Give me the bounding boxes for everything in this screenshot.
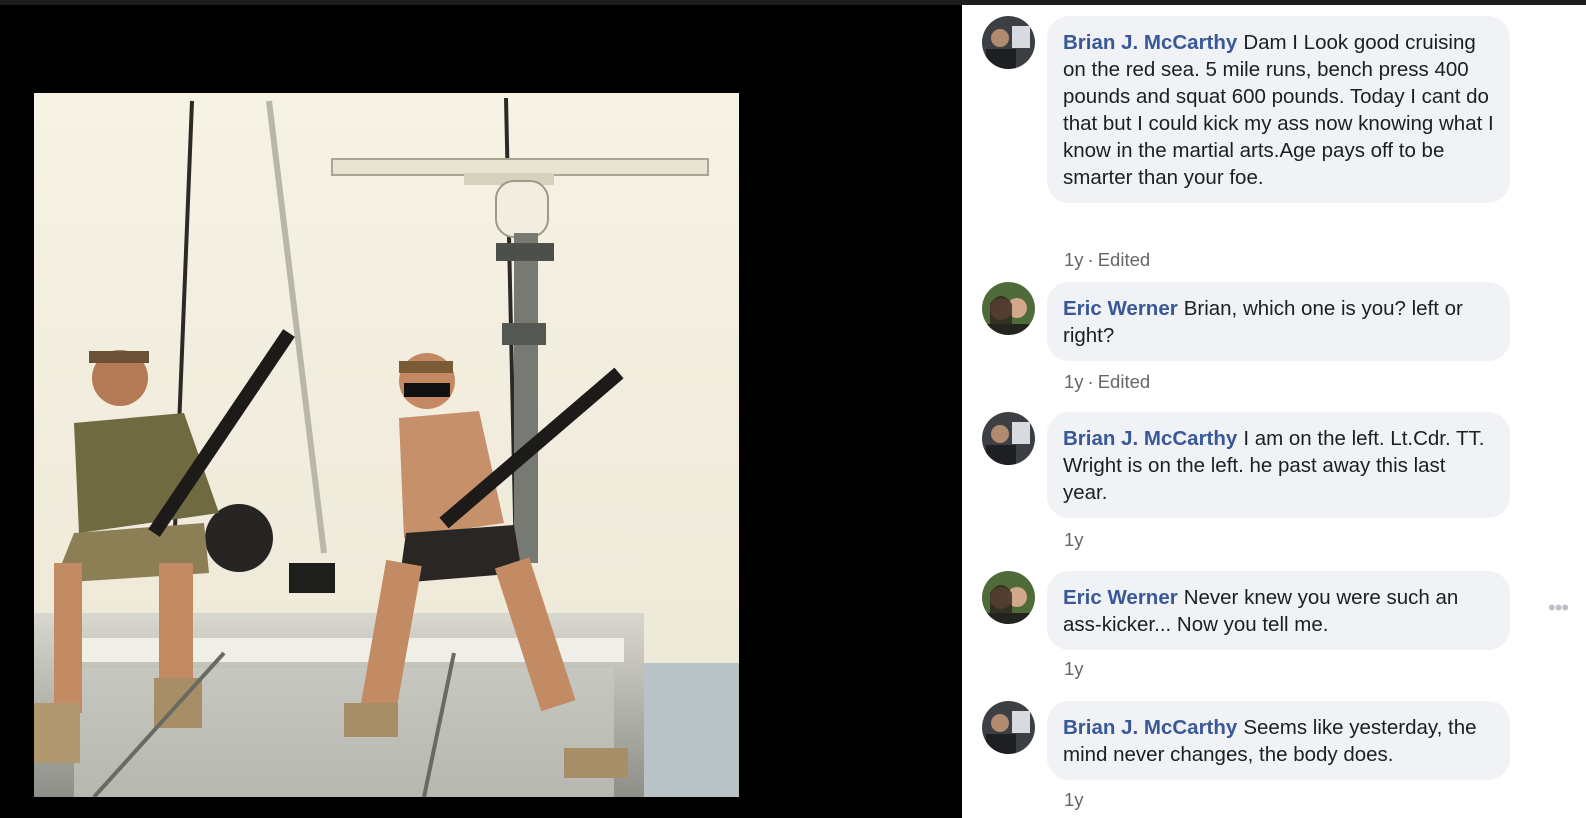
- comment-bubble: Eric Werner Never knew you were such an a…: [1047, 571, 1510, 650]
- comment-author[interactable]: Brian J. McCarthy: [1063, 427, 1237, 450]
- edited-label[interactable]: Edited: [1098, 371, 1150, 392]
- comment-meta: 1y · Edited: [1064, 249, 1150, 271]
- photo-stage: [0, 0, 962, 818]
- comment-bubble: Brian J. McCarthy Seems like yesterday, t…: [1047, 701, 1510, 780]
- comment-time[interactable]: 1y: [1064, 249, 1084, 270]
- comment-bubble: Brian J. McCarthy Dam I Look good cruisin…: [1047, 16, 1510, 203]
- avatar[interactable]: [982, 701, 1035, 754]
- comment-author[interactable]: Eric Werner: [1063, 297, 1178, 320]
- separator: ·: [1087, 371, 1094, 392]
- comment-author[interactable]: Brian J. McCarthy: [1063, 716, 1237, 739]
- avatar[interactable]: [982, 412, 1035, 465]
- comment-meta: 1y: [1064, 789, 1084, 811]
- avatar[interactable]: [982, 571, 1035, 624]
- more-options-icon[interactable]: •••: [1548, 595, 1569, 621]
- comment-time[interactable]: 1y: [1064, 529, 1084, 550]
- comment-meta: 1y · Edited: [1064, 371, 1150, 393]
- comment-time[interactable]: 1y: [1064, 371, 1084, 392]
- avatar[interactable]: [982, 282, 1035, 335]
- comments-panel: Brian J. McCarthy Dam I Look good cruisin…: [962, 5, 1586, 818]
- comment-bubble: Eric Werner Brian, which one is you? left…: [1047, 282, 1510, 361]
- main-photo[interactable]: [34, 93, 739, 797]
- comment-author[interactable]: Eric Werner: [1063, 586, 1178, 609]
- comment-time[interactable]: 1y: [1064, 658, 1084, 679]
- photo-viewer: Brian J. McCarthy Dam I Look good cruisin…: [0, 0, 1586, 818]
- comment-meta: 1y: [1064, 529, 1084, 551]
- comment-time[interactable]: 1y: [1064, 789, 1084, 810]
- separator: ·: [1087, 249, 1094, 270]
- edited-label[interactable]: Edited: [1098, 249, 1150, 270]
- comment-text: Dam I Look good cruising on the red sea.…: [1063, 31, 1494, 189]
- comment-meta: 1y: [1064, 658, 1084, 680]
- avatar[interactable]: [982, 16, 1035, 69]
- comment-author[interactable]: Brian J. McCarthy: [1063, 31, 1237, 54]
- photo-image: [34, 93, 739, 797]
- comment-bubble: Brian J. McCarthy I am on the left. Lt.Cd…: [1047, 412, 1510, 518]
